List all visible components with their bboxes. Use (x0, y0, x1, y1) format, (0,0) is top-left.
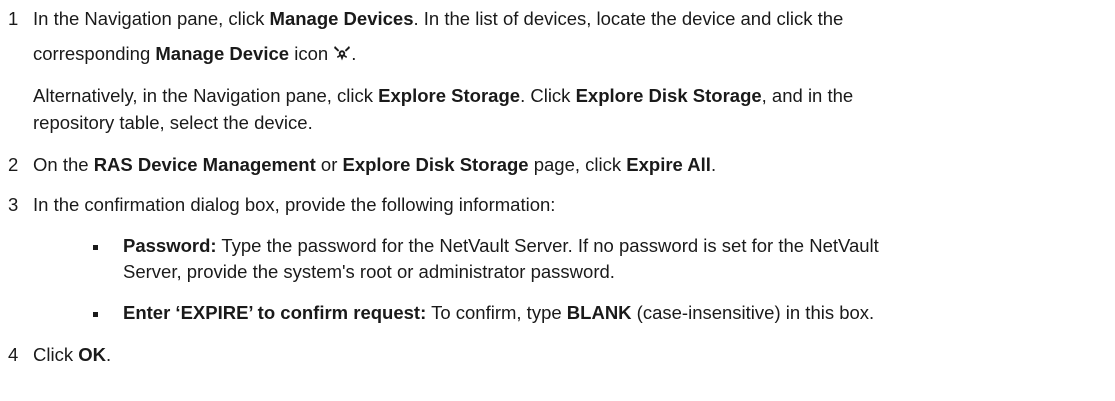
bullet-marker (93, 245, 98, 250)
step-number: 3 (8, 194, 19, 215)
manage-devices-link-text: Manage Devices (269, 8, 414, 29)
password-bullet-line-1: Password: Type the password for the NetV… (123, 235, 879, 256)
password-bullet-line-2: Server, provide the system's root or adm… (123, 261, 615, 282)
step-1-line-1: In the Navigation pane, click Manage Dev… (33, 8, 844, 29)
manage-device-text: Manage Device (155, 43, 290, 64)
step-3-line: In the confirmation dialog box, provide … (33, 194, 556, 215)
step-4-line: Click OK. (33, 344, 112, 365)
step-number: 2 (8, 154, 19, 175)
step-number: 1 (8, 8, 19, 29)
procedure-document: 1 In the Navigation pane, click Manage D… (0, 0, 1115, 401)
step-1-alt-line-2: repository table, select the device. (33, 112, 313, 133)
bullet-marker (93, 312, 98, 317)
expire-bullet-line: Enter ‘EXPIRE’ to confirm request: To co… (123, 302, 875, 323)
step-1-line-2: corresponding Manage Device icon . (33, 43, 357, 64)
manage-device-icon (333, 44, 351, 62)
step-number: 4 (8, 344, 19, 365)
step-2-line: On the RAS Device Management or Explore … (33, 154, 717, 175)
step-1-alt-line-1: Alternatively, in the Navigation pane, c… (33, 85, 854, 106)
